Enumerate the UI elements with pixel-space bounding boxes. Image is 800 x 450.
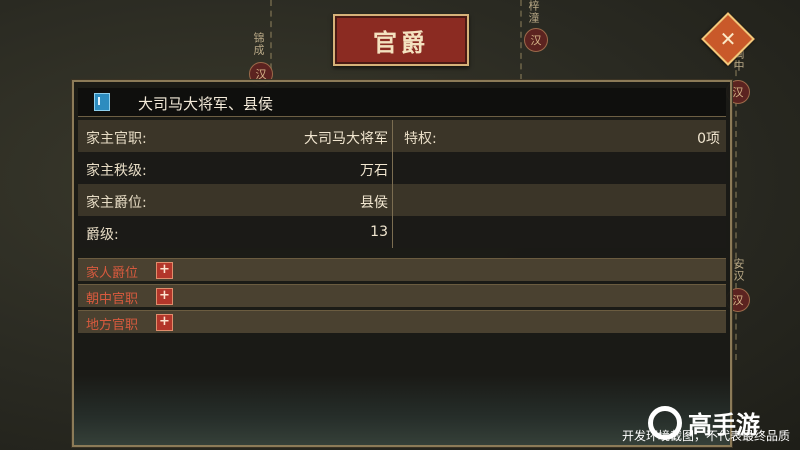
watermark-text: 开发环境截图，不代表最终品质: [621, 429, 790, 443]
rank-panel: 大司马大将军、县侯 家主官职: 大司马大将军 特权: 0项 家主秩级: 万石 家…: [72, 80, 732, 447]
info-value: 大司马大将军: [304, 131, 388, 147]
info-label: 家主秩级:: [86, 163, 147, 179]
info-row: 家主秩级: 万石: [78, 152, 726, 184]
book-icon: [94, 93, 110, 111]
info-value: 万石: [360, 163, 388, 179]
panel-header: 大司马大将军、县侯: [78, 88, 726, 117]
section-label: 朝中官职: [86, 292, 139, 307]
section-court-office[interactable]: 朝中官职 +: [78, 284, 726, 307]
map-city-label: 锦成: [252, 32, 265, 56]
expand-plus-icon[interactable]: +: [156, 314, 173, 331]
page-title: 官爵: [373, 28, 429, 57]
privilege-label: 特权:: [404, 131, 437, 147]
map-road: [735, 60, 737, 360]
expand-plus-icon[interactable]: +: [156, 262, 173, 279]
expand-plus-icon[interactable]: +: [156, 288, 173, 305]
info-row: 爵级: 13: [78, 216, 726, 248]
section-local-office[interactable]: 地方官职 +: [78, 310, 726, 333]
info-label: 爵级:: [86, 227, 119, 243]
title-plaque: 官爵: [333, 14, 469, 66]
info-label: 家主官职:: [86, 131, 147, 147]
info-value: 县侯: [360, 195, 388, 211]
privilege-value: 0项: [697, 131, 720, 147]
column-divider: [392, 120, 393, 248]
info-label: 家主爵位:: [86, 195, 147, 211]
info-grid: 家主官职: 大司马大将军 特权: 0项 家主秩级: 万石 家主爵位: 县侯 爵级…: [78, 120, 726, 248]
section-label: 地方官职: [86, 318, 139, 333]
info-value: 13: [370, 224, 388, 240]
section-label: 家人爵位: [86, 266, 139, 281]
section-family-rank[interactable]: 家人爵位 +: [78, 258, 726, 281]
info-row: 家主爵位: 县侯: [78, 184, 726, 216]
map-city-label: 安汉: [732, 258, 745, 282]
current-title: 大司马大将军、县侯: [138, 95, 274, 113]
map-road: [520, 0, 522, 80]
map-city-label: 梓潼: [527, 0, 540, 24]
close-icon: ✕: [719, 27, 737, 51]
info-row: 家主官职: 大司马大将军 特权: 0项: [78, 120, 726, 152]
map-city-badge[interactable]: 汉: [524, 28, 548, 52]
